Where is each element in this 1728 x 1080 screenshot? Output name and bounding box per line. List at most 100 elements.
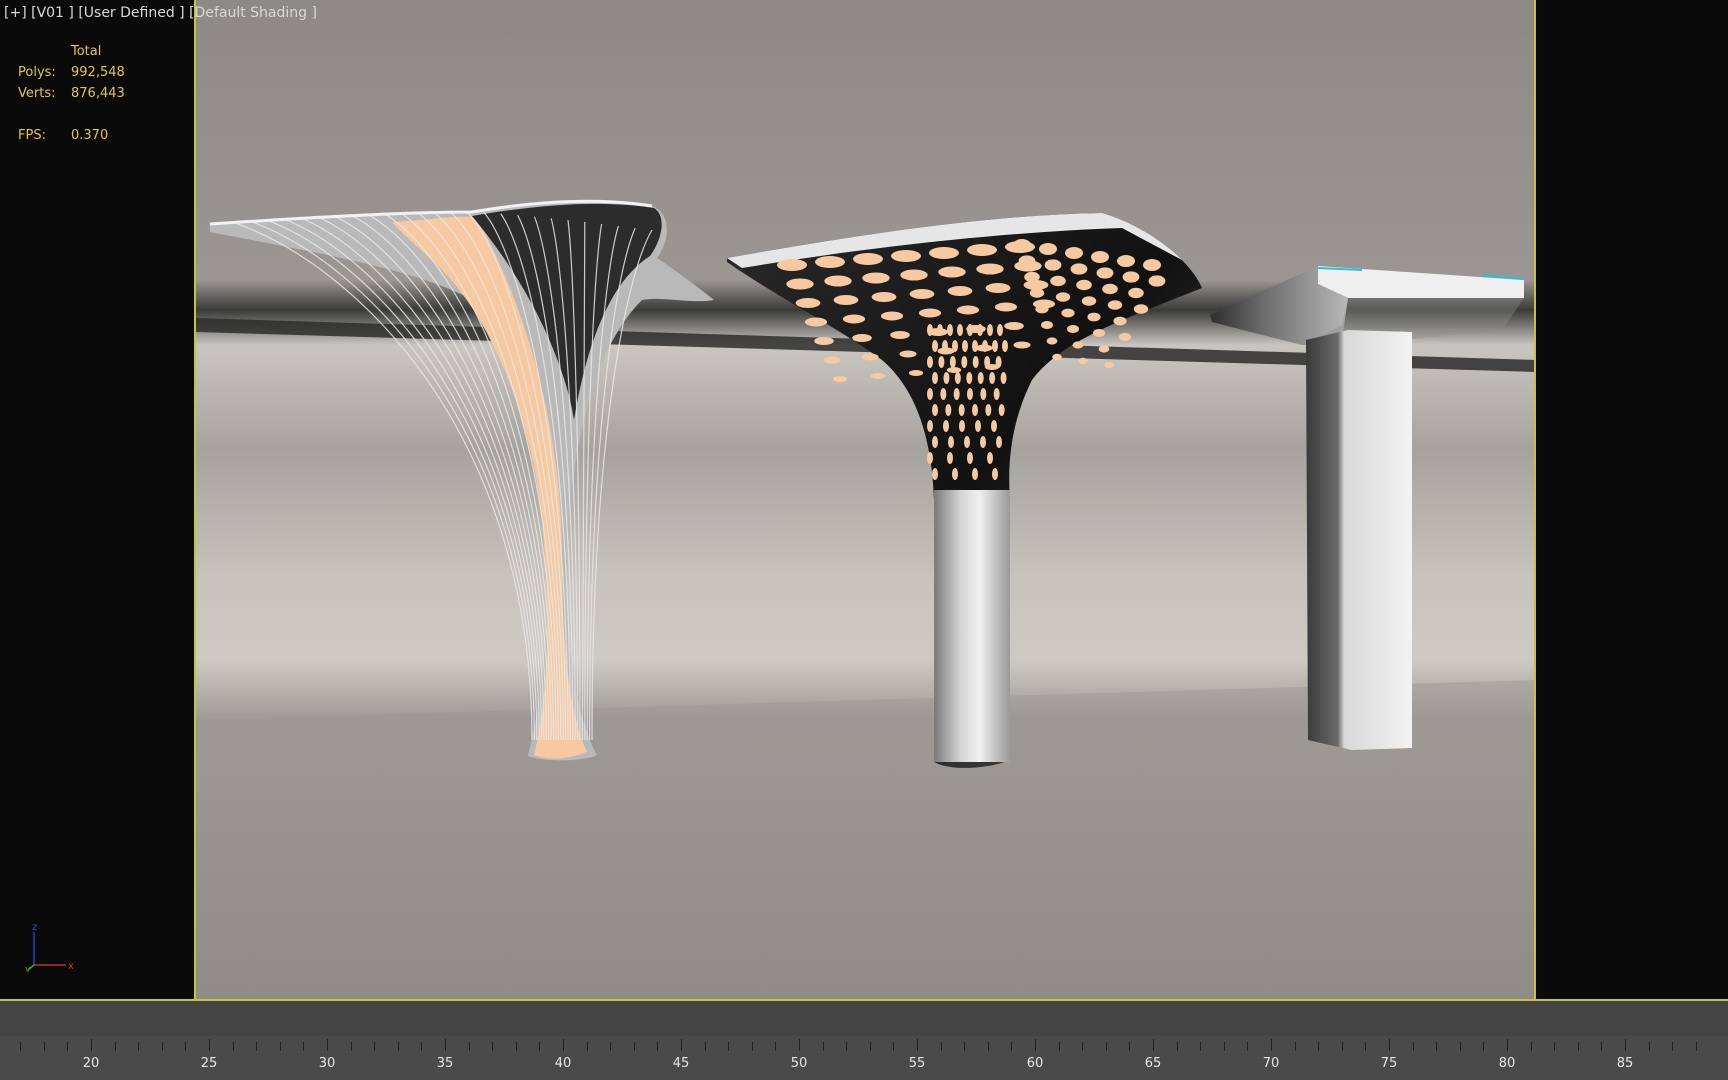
timeline-tick bbox=[67, 1042, 69, 1051]
timeline-tick bbox=[232, 1042, 234, 1051]
timeline-tick bbox=[964, 1042, 966, 1051]
timeline-tick bbox=[610, 1042, 612, 1051]
timeline-tick bbox=[1058, 1042, 1060, 1051]
timeline-frame-label: 45 bbox=[672, 1056, 690, 1071]
timeline-tick bbox=[138, 1042, 140, 1051]
stats-header: Total bbox=[71, 44, 102, 59]
timeline-tick bbox=[1129, 1042, 1131, 1051]
timeline-tick bbox=[1601, 1042, 1603, 1051]
timeline-tick bbox=[940, 1042, 942, 1051]
timeline-tick bbox=[1648, 1042, 1650, 1051]
timeline-frame-label: 75 bbox=[1380, 1056, 1398, 1071]
timeline-tick bbox=[1011, 1042, 1013, 1051]
timeline-tick bbox=[1341, 1042, 1343, 1051]
timeline-tick bbox=[799, 1039, 800, 1051]
timeline-tick bbox=[1035, 1039, 1036, 1051]
timeline-tick bbox=[917, 1039, 918, 1051]
timeline-frame-label: 55 bbox=[908, 1056, 926, 1071]
timeline-tick bbox=[185, 1042, 187, 1051]
timeline-tick bbox=[846, 1042, 848, 1051]
timeline-tick bbox=[1695, 1042, 1697, 1051]
timeline-tick bbox=[539, 1042, 541, 1051]
timeline-frame-label: 20 bbox=[82, 1056, 100, 1071]
timeline-tick bbox=[1389, 1039, 1390, 1051]
polys-label: Polys: bbox=[18, 65, 56, 80]
timeline-tick bbox=[563, 1039, 564, 1051]
timeline-tick bbox=[1554, 1042, 1556, 1051]
scene-render bbox=[196, 0, 1534, 999]
timeline-frame-label: 50 bbox=[790, 1056, 808, 1071]
verts-label: Verts: bbox=[18, 86, 56, 101]
timeline-tick bbox=[350, 1042, 352, 1051]
timeline-frame-label: 25 bbox=[200, 1056, 218, 1071]
timeline-tick bbox=[633, 1042, 635, 1051]
timeline-frame-label: 30 bbox=[318, 1056, 336, 1071]
timeline-tick bbox=[586, 1042, 588, 1051]
viewport[interactable]: [+] [V01 ] [User Defined ] [Default Shad… bbox=[0, 0, 1728, 1001]
verts-value: 876,443 bbox=[71, 86, 125, 101]
viewport-safe-frame[interactable] bbox=[194, 0, 1536, 999]
timeline-tick bbox=[445, 1039, 446, 1051]
timeline-tick bbox=[775, 1042, 777, 1051]
timeline-tick bbox=[987, 1042, 989, 1051]
axis-x-label: x bbox=[68, 961, 74, 972]
timeline-tick bbox=[657, 1042, 659, 1051]
timeline-tick bbox=[1625, 1039, 1626, 1051]
timeline-tick bbox=[728, 1042, 730, 1051]
viewport-menu-label[interactable]: [+] [V01 ] [User Defined ] [Default Shad… bbox=[4, 5, 317, 21]
timeline-tick bbox=[43, 1042, 45, 1051]
timeline-tick bbox=[893, 1042, 895, 1051]
timeline-tick bbox=[1577, 1042, 1579, 1051]
polys-value: 992,548 bbox=[71, 65, 125, 80]
timeline-tick bbox=[374, 1042, 376, 1051]
timeline-tick bbox=[681, 1039, 682, 1051]
fps-value: 0.370 bbox=[71, 128, 109, 143]
timeline-tick bbox=[1365, 1042, 1367, 1051]
timeline-tick bbox=[1483, 1042, 1485, 1051]
timeline-tick bbox=[327, 1039, 328, 1051]
timeline-tick bbox=[751, 1042, 753, 1051]
timeline-tick bbox=[1247, 1042, 1249, 1051]
axis-gizmo-icon: z x y bbox=[25, 922, 74, 972]
timeline-tick bbox=[1436, 1042, 1438, 1051]
timeline-tick bbox=[1105, 1042, 1107, 1051]
timeline-frame-label: 65 bbox=[1144, 1056, 1162, 1071]
timeline-tick bbox=[1082, 1042, 1084, 1051]
timeline-tick bbox=[1271, 1039, 1272, 1051]
timeline-tick bbox=[515, 1042, 517, 1051]
timeline-frame-label: 70 bbox=[1262, 1056, 1280, 1071]
timeline-tick bbox=[161, 1042, 163, 1051]
axis-y-label: y bbox=[25, 965, 31, 972]
timeline-tick bbox=[822, 1042, 824, 1051]
timeline-tick bbox=[704, 1042, 706, 1051]
timeline-tick bbox=[468, 1042, 470, 1051]
timeline-tick bbox=[1294, 1042, 1296, 1051]
axis-z-label: z bbox=[32, 922, 37, 933]
timeline-tick bbox=[397, 1042, 399, 1051]
timeline-tick bbox=[1153, 1039, 1154, 1051]
timeline-tick bbox=[1530, 1042, 1532, 1051]
timeline-tick bbox=[1507, 1039, 1508, 1051]
timeline-tick bbox=[1318, 1042, 1320, 1051]
timeline-tick bbox=[114, 1042, 116, 1051]
timeline-frame-label: 85 bbox=[1616, 1056, 1634, 1071]
timeline-tick bbox=[492, 1042, 494, 1051]
timeline-tick bbox=[1459, 1042, 1461, 1051]
time-slider-track[interactable] bbox=[0, 1001, 1728, 1036]
timeline-tick bbox=[1200, 1042, 1202, 1051]
timeline-tick bbox=[256, 1042, 258, 1051]
timeline-tick bbox=[1223, 1042, 1225, 1051]
timeline-tick bbox=[1176, 1042, 1178, 1051]
timeline-frame-label: 40 bbox=[554, 1056, 572, 1071]
timeline-frame-label: 35 bbox=[436, 1056, 454, 1071]
timeline-tick bbox=[1672, 1042, 1674, 1051]
fps-label: FPS: bbox=[18, 128, 46, 143]
timeline-tick bbox=[1412, 1042, 1414, 1051]
timeline-tick bbox=[20, 1042, 22, 1051]
timeline-ruler[interactable]: 20 25 30 35 40 45 50 55 60 65 70 75 80 85 bbox=[0, 1036, 1728, 1080]
timeline-tick bbox=[303, 1042, 305, 1051]
timeline-tick bbox=[209, 1039, 210, 1051]
timeline[interactable]: 20 25 30 35 40 45 50 55 60 65 70 75 80 85 bbox=[0, 1001, 1728, 1080]
timeline-tick bbox=[421, 1042, 423, 1051]
timeline-frame-label: 60 bbox=[1026, 1056, 1044, 1071]
